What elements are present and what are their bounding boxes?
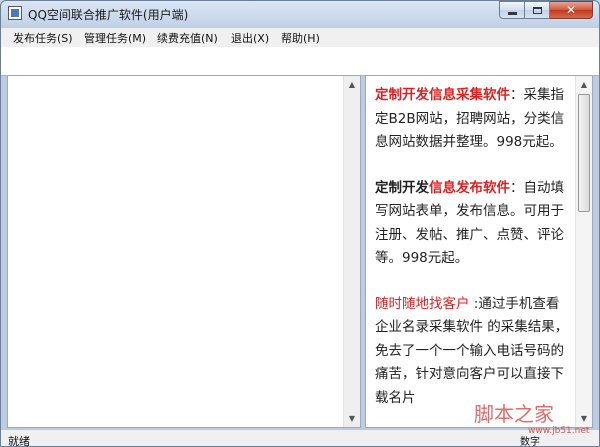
ad-block-collect: 定制开发信息采集软件：采集指定B2B网站，招聘网站，分类信息网站数据并整理。99… [375,84,569,155]
app-icon [8,6,22,20]
minimize-icon [507,11,517,15]
close-button[interactable]: ✕ [550,1,593,19]
scroll-down-icon[interactable]: ▼ [344,410,360,427]
right-scrollbar[interactable]: ▲ ▼ [575,76,592,427]
ad-block-publish: 定制开发信息发布软件：自动填写网站表单，发布信息。可用于注册、发帖、推广、点赞、… [375,177,569,271]
ad-body-client: :通过手机查看 企业名录采集软件 的采集结果，免去了一个一个输入电话号码的痛苦，… [375,295,569,406]
scroll-up-icon[interactable]: ▲ [344,76,360,93]
title-bar[interactable]: QQ空间联合推广软件(用户端) ✕ [1,1,599,27]
menu-help[interactable]: 帮助(H) [281,30,320,46]
ad-title-client[interactable]: 随时随地找客户 [375,296,470,312]
ad-pane: 定制开发信息采集软件：采集指定B2B网站，招聘网站，分类信息网站数据并整理。99… [365,75,593,428]
ad-title-publish[interactable]: 信息发布软件 [429,180,510,196]
menu-recharge[interactable]: 续费充值(N) [157,30,218,46]
status-text: 就绪 [8,435,30,447]
menu-publish-task[interactable]: 发布任务(S) [13,30,73,46]
minimize-button[interactable] [499,1,525,19]
toolbar-panel [1,47,599,76]
ad-block-client: 随时随地找客户 :通过手机查看 企业名录采集软件 的采集结果，免去了一个一个输入… [375,293,569,411]
scroll-down-icon[interactable]: ▼ [576,410,592,427]
watermark-logo: 脚本之家 [474,402,554,426]
main-window: QQ空间联合推广软件(用户端) ✕ 发布任务(S) 管理任务(M) 续费充值(N… [0,0,600,447]
maximize-button[interactable] [525,1,550,19]
left-scrollbar[interactable]: ▲ ▼ [343,76,360,427]
close-icon: ✕ [565,3,577,17]
window-title: QQ空间联合推广软件(用户端) [28,8,189,22]
watermark-url: www.jb51.net [528,426,590,436]
maximize-icon [532,6,542,14]
menu-exit[interactable]: 退出(X) [231,30,269,46]
ad-title-collect[interactable]: 定制开发信息采集软件 [375,87,510,103]
status-bar: 就绪 数字 [1,429,599,447]
scroll-thumb[interactable] [578,94,590,212]
window-controls: ✕ [499,1,593,20]
task-list-pane[interactable]: ▲ ▼ [7,75,361,428]
menu-bar: 发布任务(S) 管理任务(M) 续费充值(N) 退出(X) 帮助(H) [1,28,599,47]
ad-separator: ： [510,179,524,196]
ad-prefix-publish: 定制开发 [375,179,429,196]
menu-manage-task[interactable]: 管理任务(M) [84,30,146,46]
ad-separator: ： [510,87,524,103]
ad-content: 定制开发信息采集软件：采集指定B2B网站，招聘网站，分类信息网站数据并整理。99… [375,84,569,427]
scroll-up-icon[interactable]: ▲ [576,76,592,93]
